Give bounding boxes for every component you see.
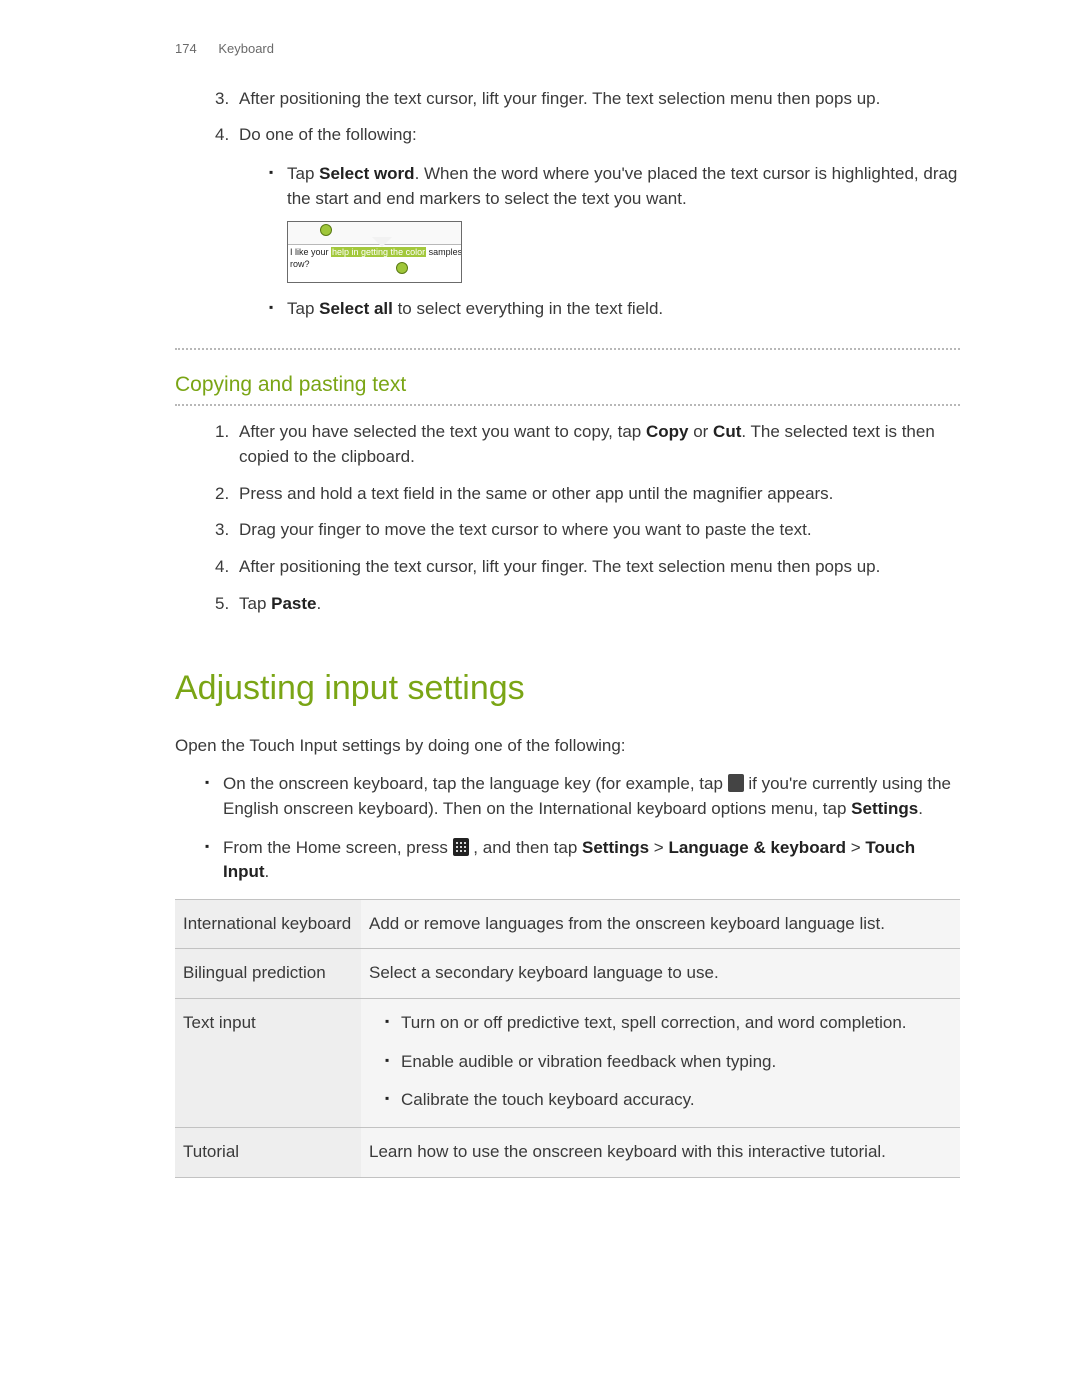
list-text: After you have selected the text you wan…: [239, 420, 960, 469]
setting-desc: Add or remove languages from the onscree…: [361, 899, 960, 949]
sub-list: Tap Select word. When the word where you…: [239, 162, 960, 322]
list-number: 5.: [215, 592, 239, 617]
text-selection-screenshot: I like your help in getting the color sa…: [287, 221, 462, 283]
setting-label: Tutorial: [175, 1128, 361, 1178]
table-row: International keyboard Add or remove lan…: [175, 899, 960, 949]
list-text: Tap Paste.: [239, 592, 960, 617]
list-item: 4. Do one of the following: Tap Select w…: [215, 123, 960, 336]
table-row: Bilingual prediction Select a secondary …: [175, 949, 960, 999]
bold-select-word: Select word: [319, 164, 414, 183]
list-number: 1.: [215, 420, 239, 469]
setting-label: Bilingual prediction: [175, 949, 361, 999]
section-divider: Copying and pasting text: [175, 348, 960, 406]
list-number: 4.: [215, 555, 239, 580]
list-item: 1. After you have selected the text you …: [215, 420, 960, 469]
list-text: Press and hold a text field in the same …: [239, 482, 960, 507]
section-title-copy-paste: Copying and pasting text: [175, 370, 960, 402]
list-text: After positioning the text cursor, lift …: [239, 87, 960, 112]
list-number: 3.: [215, 87, 239, 112]
bold-select-all: Select all: [319, 299, 393, 318]
instruction-list-1: 3. After positioning the text cursor, li…: [175, 87, 960, 336]
intro-bullets: On the onscreen keyboard, tap the langua…: [175, 772, 960, 885]
language-key-icon: [728, 774, 744, 792]
setting-label: International keyboard: [175, 899, 361, 949]
table-row: Tutorial Learn how to use the onscreen k…: [175, 1128, 960, 1178]
list-number: 2.: [215, 482, 239, 507]
table-bullet: Calibrate the touch keyboard accuracy.: [385, 1088, 952, 1113]
apps-grid-icon: [453, 838, 469, 856]
page: 174 Keyboard 3. After positioning the te…: [0, 0, 1080, 1397]
list-item: 3. Drag your finger to move the text cur…: [215, 518, 960, 543]
bullet-item: On the onscreen keyboard, tap the langua…: [205, 772, 960, 821]
list-item: 4. After positioning the text cursor, li…: [215, 555, 960, 580]
sub-list-item: Tap Select all to select everything in t…: [269, 297, 960, 322]
list-text: Drag your finger to move the text cursor…: [239, 518, 960, 543]
header-section: Keyboard: [218, 41, 274, 56]
bullet-item: From the Home screen, press , and then t…: [205, 836, 960, 885]
list-item: 3. After positioning the text cursor, li…: [215, 87, 960, 112]
instruction-list-2: 1. After you have selected the text you …: [175, 420, 960, 616]
setting-label: Text input: [175, 999, 361, 1128]
list-number: 3.: [215, 518, 239, 543]
list-item: 2. Press and hold a text field in the sa…: [215, 482, 960, 507]
setting-desc: Turn on or off predictive text, spell co…: [361, 999, 960, 1128]
page-header: 174 Keyboard: [175, 40, 960, 59]
table-bullet: Turn on or off predictive text, spell co…: [385, 1011, 952, 1036]
list-text: Do one of the following: Tap Select word…: [239, 123, 960, 336]
table-row: Text input Turn on or off predictive tex…: [175, 999, 960, 1128]
intro-text: Open the Touch Input settings by doing o…: [175, 734, 960, 759]
table-bullet: Enable audible or vibration feedback whe…: [385, 1050, 952, 1075]
page-number: 174: [175, 41, 197, 56]
list-text: After positioning the text cursor, lift …: [239, 555, 960, 580]
list-number: 4.: [215, 123, 239, 336]
list-item: 5. Tap Paste.: [215, 592, 960, 617]
settings-table: International keyboard Add or remove lan…: [175, 899, 960, 1178]
setting-desc: Select a secondary keyboard language to …: [361, 949, 960, 999]
setting-desc: Learn how to use the onscreen keyboard w…: [361, 1128, 960, 1178]
sub-list-item: Tap Select word. When the word where you…: [269, 162, 960, 283]
heading-adjusting-input: Adjusting input settings: [175, 664, 960, 713]
